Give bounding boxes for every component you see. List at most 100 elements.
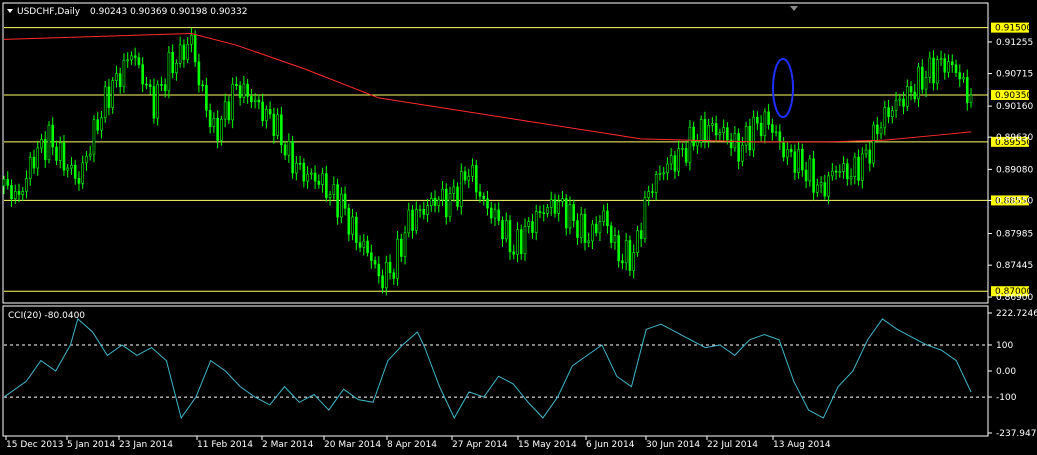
candle-body (861, 153, 864, 181)
candle-body (846, 163, 849, 180)
candle-body (666, 163, 669, 174)
candle-body (40, 139, 43, 149)
candle-body (115, 73, 118, 81)
time-tick-label: 13 Aug 2014 (773, 440, 831, 450)
candle-body (216, 117, 219, 141)
candle-body (808, 158, 812, 182)
candle-body (969, 94, 973, 103)
candle-body (291, 141, 294, 174)
candle-body (328, 194, 332, 198)
candle-body (238, 85, 242, 98)
candle-body (182, 44, 186, 60)
price-tick-label: 0.91255 (996, 38, 1033, 48)
candle-body (759, 122, 763, 137)
candle-body (624, 240, 628, 264)
candle-body (163, 84, 167, 92)
candle-body (178, 44, 182, 64)
cci-tick-label: 0.00 (996, 367, 1016, 377)
candle-body (441, 188, 444, 201)
candle-body (302, 162, 306, 182)
candle-body (542, 212, 546, 214)
candle-body (257, 99, 261, 103)
candle-body (962, 76, 965, 80)
candle-body (598, 221, 602, 234)
symbol-title: USDCHF,Daily (17, 7, 81, 17)
annotation-ellipse[interactable] (772, 58, 794, 118)
chart-canvas: USDCHF,Daily 0.90243 0.90369 0.90198 0.9… (2, 2, 1037, 450)
candle-body (85, 155, 88, 164)
candle-body (145, 83, 148, 86)
candle-body (842, 163, 845, 172)
candle-body (21, 191, 25, 195)
candle-body (538, 211, 542, 213)
candle-body (377, 263, 381, 277)
price-tick-label: 0.89630 (996, 133, 1033, 143)
candle-body (587, 240, 591, 243)
candle-body (407, 209, 411, 234)
candle-body (579, 213, 583, 238)
candle-body (756, 116, 759, 124)
candle-body (887, 107, 890, 118)
candle-body (557, 201, 561, 214)
time-tick-label: 11 Feb 2014 (197, 440, 253, 450)
candle-body (381, 275, 384, 289)
candle-body (13, 191, 17, 200)
candle-body (771, 124, 774, 133)
candle-body (924, 76, 928, 90)
candle-body (628, 240, 632, 271)
candle-body (516, 229, 519, 255)
candle-body (512, 251, 516, 255)
candle-body (2, 179, 6, 187)
candle-body (726, 127, 729, 141)
candle-body (96, 119, 100, 131)
candle-body (733, 133, 737, 149)
candle-body (673, 155, 677, 172)
cci-line (3, 318, 972, 420)
candle-body (643, 197, 647, 240)
candle-body (950, 61, 954, 66)
candle-body (561, 198, 564, 202)
time-tick-label: 27 Apr 2014 (452, 440, 508, 450)
candle-body (272, 113, 276, 136)
candle-body (497, 209, 501, 221)
candle-body (692, 126, 695, 147)
candle-body (411, 209, 414, 231)
time-axis: 15 Dec 2013 5 Jan 2014 23 Jan 2014 11 Feb 2… (5, 436, 831, 450)
candle-body (658, 172, 662, 175)
candle-body (890, 110, 894, 118)
price-tick-label: 0.90715 (996, 70, 1033, 80)
candle-body (905, 86, 909, 107)
candle-body (186, 43, 189, 60)
candle-body (827, 175, 830, 197)
candle-body (681, 148, 684, 150)
candle-body (351, 216, 354, 235)
candle-body (81, 162, 85, 184)
candles (2, 27, 973, 296)
candle-body (838, 171, 842, 173)
candle-body (651, 191, 654, 193)
candle-body (504, 220, 508, 240)
candle-body (100, 117, 103, 131)
candle-body (714, 123, 718, 136)
candle-body (639, 230, 643, 240)
price-tick-label: 0.88550 (996, 196, 1033, 206)
candle-body (868, 149, 872, 164)
candle-body (306, 173, 309, 182)
triangle-down-icon[interactable] (7, 9, 13, 13)
candle-body (774, 131, 778, 134)
time-tick-label: 22 Jul 2014 (707, 440, 758, 450)
candle-body (133, 55, 137, 58)
candle-body (531, 221, 534, 233)
candle-body (122, 59, 126, 88)
candle-body (437, 199, 441, 206)
price-panel-frame (2, 2, 989, 304)
candle-body (399, 238, 403, 257)
candle-body (501, 220, 504, 240)
candle-body (332, 184, 336, 195)
candle-body (388, 261, 392, 273)
candle-body (426, 205, 429, 215)
candle-body (448, 193, 452, 218)
candle-body (632, 252, 635, 271)
time-tick-label: 23 Jan 2014 (119, 440, 173, 450)
candle-body (268, 108, 272, 115)
